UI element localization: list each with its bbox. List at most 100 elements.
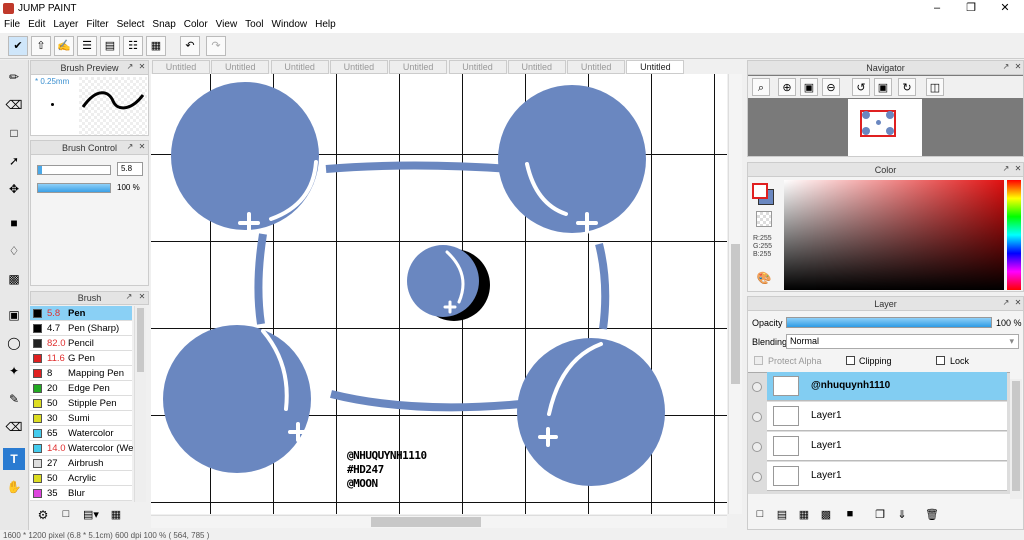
rotate-right-icon[interactable]: ↻ <box>898 78 916 96</box>
menu-color[interactable]: Color <box>180 17 212 33</box>
comment-icon[interactable]: ✍ <box>54 36 74 56</box>
document-tab[interactable]: Untitled <box>389 60 448 74</box>
grid-settings-icon[interactable]: ▦ <box>146 36 166 56</box>
message-icon[interactable]: ☰ <box>77 36 97 56</box>
share-icon[interactable]: ⇧ <box>31 36 51 56</box>
delete-layer-icon[interactable]: 🗑 <box>924 508 940 524</box>
canvas-horizontal-scrollbar[interactable] <box>151 515 727 528</box>
panel-close-icon[interactable]: ✕ <box>1013 62 1023 72</box>
brush-list-item[interactable]: 65 Watercolor <box>30 426 132 441</box>
panel-close-icon[interactable]: ✕ <box>137 62 147 72</box>
document-tab[interactable]: Untitled <box>567 60 626 74</box>
navigator-thumbnail[interactable] <box>848 99 922 156</box>
fit-window-icon[interactable]: ▣ <box>800 78 818 96</box>
menu-tool[interactable]: Tool <box>241 17 267 33</box>
popout-icon[interactable]: ↗ <box>125 62 135 72</box>
panel-close-icon[interactable]: ✕ <box>137 292 147 302</box>
menu-file[interactable]: File <box>0 17 24 33</box>
brush-list-item[interactable]: 27 Airbrush <box>30 456 132 471</box>
text-tool-icon[interactable]: T <box>3 448 25 470</box>
close-icon[interactable]: ✕ <box>988 0 1022 17</box>
duplicate-layer-icon[interactable]: ❐ <box>872 508 888 524</box>
zoom-fit-icon[interactable]: ⌕ <box>752 78 770 96</box>
layer-item[interactable]: Layer1 <box>767 462 1007 491</box>
select-pen-tool-icon[interactable]: ✎ <box>3 388 25 410</box>
layer-visibility-icon[interactable] <box>752 382 762 392</box>
magic-wand-tool-icon[interactable]: ✦ <box>3 360 25 382</box>
brush-menu-icon[interactable]: ▤▾ <box>80 508 102 524</box>
brush-size-input[interactable]: 5.8 <box>117 162 143 176</box>
transparent-color-swatch[interactable] <box>756 211 772 227</box>
menu-window[interactable]: Window <box>268 17 312 33</box>
menu-edit[interactable]: Edit <box>24 17 49 33</box>
brush-list-scrollbar[interactable] <box>134 306 146 502</box>
document-tab[interactable]: Untitled <box>211 60 270 74</box>
new-8bit-layer-icon[interactable]: ▦ <box>796 508 812 524</box>
new-brush-icon[interactable]: □ <box>58 508 74 524</box>
menu-layer[interactable]: Layer <box>49 17 82 33</box>
reset-rotation-icon[interactable]: ▣ <box>874 78 892 96</box>
check-icon[interactable]: ✔ <box>8 36 28 56</box>
menu-select[interactable]: Select <box>113 17 149 33</box>
merge-layer-icon[interactable]: ⇓ <box>894 508 910 524</box>
bucket-tool-icon[interactable]: ♢ <box>3 240 25 262</box>
new-text-layer-icon[interactable]: ▤ <box>774 508 790 524</box>
panel-close-icon[interactable]: ✕ <box>1013 164 1023 174</box>
document-tab[interactable]: Untitled <box>507 60 566 74</box>
brush-list-item[interactable]: 30 Sumi <box>30 411 132 426</box>
brush-opacity-slider[interactable] <box>37 183 111 193</box>
panel-close-icon[interactable]: ✕ <box>1013 298 1023 308</box>
rectangle-tool-icon[interactable]: □ <box>3 122 25 144</box>
document-icon[interactable]: ▤ <box>100 36 120 56</box>
drawing-canvas[interactable]: @NHUQUYNH1110 #HD247 @MOON <box>151 74 727 514</box>
brush-list-item[interactable]: 4.7 Pen (Sharp) <box>30 321 132 336</box>
menu-help[interactable]: Help <box>311 17 340 33</box>
layer-list-scrollbar[interactable] <box>1010 379 1022 499</box>
document-tab[interactable]: Untitled <box>270 60 329 74</box>
lasso-tool-icon[interactable]: ◯ <box>3 332 25 354</box>
layer-visibility-icon[interactable] <box>752 442 762 452</box>
popout-icon[interactable]: ↗ <box>124 292 134 302</box>
clipping-checkbox[interactable] <box>846 356 855 365</box>
brush-list-item[interactable]: 8 Mapping Pen <box>30 366 132 381</box>
layer-item[interactable]: Layer1 <box>767 402 1007 431</box>
flip-icon[interactable]: ◫ <box>926 78 944 96</box>
rect-select-tool-icon[interactable]: ▣ <box>3 304 25 326</box>
new-1bit-layer-icon[interactable]: ▩ <box>818 508 834 524</box>
new-layer-icon[interactable]: □ <box>752 508 768 524</box>
popout-icon[interactable]: ↗ <box>125 142 135 152</box>
palette-icon[interactable]: 🎨 <box>754 271 774 289</box>
folder-icon[interactable]: ■ <box>842 508 858 524</box>
eyedropper-tool-icon[interactable]: ✋ <box>3 476 25 498</box>
gradient-tool-icon[interactable]: ▩ <box>3 268 25 290</box>
zoom-in-icon[interactable]: ⊕ <box>778 78 796 96</box>
brush-list-item[interactable]: 50 Acrylic <box>30 471 132 486</box>
panel-close-icon[interactable]: ✕ <box>137 142 147 152</box>
menu-filter[interactable]: Filter <box>82 17 112 33</box>
layer-visibility-icon[interactable] <box>752 412 762 422</box>
blending-select[interactable]: Normal ▾ <box>786 334 1019 349</box>
list-icon[interactable]: ☷ <box>123 36 143 56</box>
rotate-left-icon[interactable]: ↺ <box>852 78 870 96</box>
layer-item[interactable]: Layer1 <box>767 432 1007 461</box>
move-tool-icon[interactable]: ✥ <box>3 178 25 200</box>
menu-view[interactable]: View <box>212 17 242 33</box>
layer-opacity-slider[interactable] <box>786 317 992 328</box>
select-eraser-tool-icon[interactable]: ⌫ <box>3 416 25 438</box>
brush-size-slider[interactable] <box>37 165 111 175</box>
brush-properties-icon[interactable]: ▦ <box>108 508 124 524</box>
fill-rect-tool-icon[interactable]: ■ <box>3 212 25 234</box>
maximize-icon[interactable]: ❐ <box>954 0 988 17</box>
brush-list-item[interactable]: 11.6 G Pen <box>30 351 132 366</box>
redo-icon[interactable]: ↷ <box>206 36 226 56</box>
hue-slider[interactable] <box>1007 180 1021 290</box>
brush-list-item[interactable]: 14.0 Watercolor (We <box>30 441 133 456</box>
protect-alpha-checkbox[interactable] <box>754 356 763 365</box>
brush-list-item[interactable]: 50 Stipple Pen <box>30 396 132 411</box>
popout-icon[interactable]: ↗ <box>1001 62 1011 72</box>
brush-list-item[interactable]: 20 Edge Pen <box>30 381 132 396</box>
foreground-color-swatch[interactable] <box>752 183 768 199</box>
popout-icon[interactable]: ↗ <box>1001 164 1011 174</box>
layer-visibility-icon[interactable] <box>752 472 762 482</box>
document-tab[interactable]: Untitled <box>626 60 685 74</box>
